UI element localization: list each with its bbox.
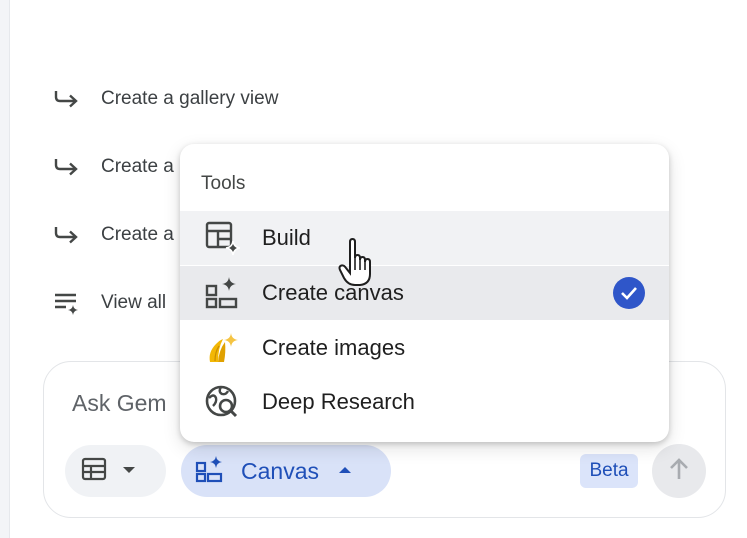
menu-item-label: Create images <box>262 335 406 360</box>
suggestion-gallery-view[interactable]: Create a gallery view <box>52 84 278 114</box>
hand-cursor-icon <box>338 237 374 293</box>
suggestion-item[interactable]: Create a <box>52 220 174 250</box>
banana-sparkle-icon <box>202 328 242 368</box>
tools-menu: Tools Build Create canvas Create images … <box>180 144 669 442</box>
menu-item-label: Deep Research <box>262 389 415 414</box>
menu-item-label: Build <box>262 225 311 250</box>
canvas-sparkle-icon <box>195 455 225 488</box>
beta-badge: Beta <box>580 454 638 488</box>
suggestion-item[interactable]: Create a <box>52 152 174 182</box>
left-panel-edge <box>0 0 10 538</box>
suggestion-view-all[interactable]: View all <box>52 288 166 318</box>
menu-item-deep-research[interactable]: Deep Research <box>180 375 669 429</box>
globe-search-icon <box>202 382 242 422</box>
table-tool-chip[interactable] <box>65 445 166 497</box>
table-icon <box>81 457 107 486</box>
checkmark-icon <box>613 277 645 309</box>
send-button[interactable] <box>652 444 706 498</box>
list-sparkle-icon <box>52 289 80 317</box>
prompt-input[interactable]: Ask Gem <box>72 390 167 417</box>
canvas-chip-label: Canvas <box>241 457 319 484</box>
suggestion-label: Create a gallery view <box>101 88 279 109</box>
arrow-return-icon <box>52 85 80 113</box>
suggestion-label: View all <box>101 292 167 313</box>
caret-down-icon <box>121 462 137 480</box>
canvas-sparkle-icon <box>202 273 242 313</box>
build-grid-sparkle-icon <box>202 218 242 258</box>
suggestion-label: Create a <box>101 156 174 177</box>
arrow-return-icon <box>52 153 80 181</box>
menu-item-build[interactable]: Build <box>180 211 669 265</box>
menu-item-label: Create canvas <box>262 280 404 305</box>
caret-up-icon <box>337 462 353 480</box>
canvas-tool-chip[interactable]: Canvas <box>181 445 391 497</box>
suggestion-label: Create a <box>101 224 174 245</box>
arrow-up-icon <box>668 457 690 486</box>
tools-menu-header: Tools <box>201 173 246 194</box>
menu-item-create-canvas[interactable]: Create canvas <box>180 266 669 320</box>
arrow-return-icon <box>52 221 80 249</box>
menu-item-create-images[interactable]: Create images <box>180 321 669 375</box>
